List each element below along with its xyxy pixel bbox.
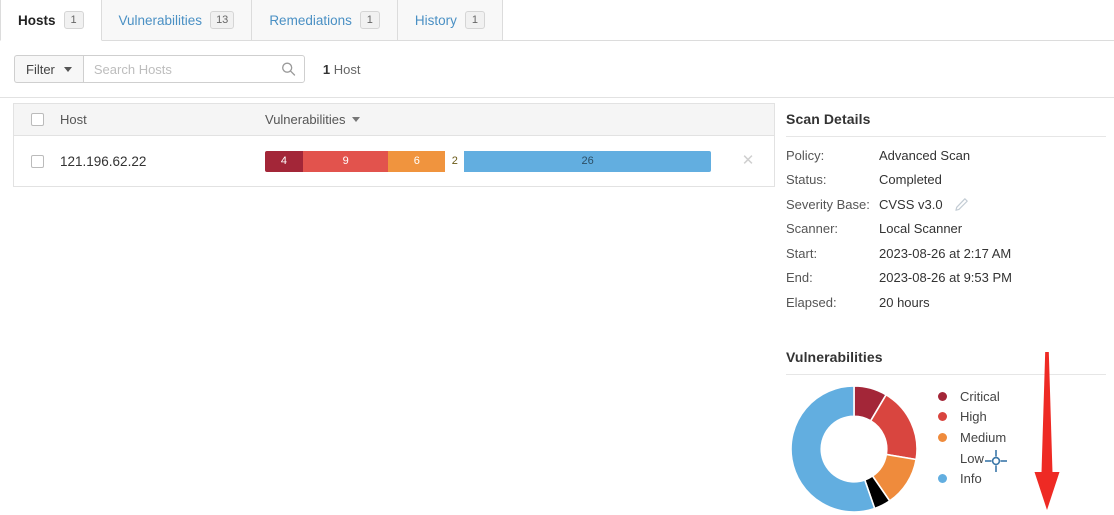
- table-row[interactable]: 121.196.62.22 4 9 6 2 26 ✕: [14, 136, 774, 186]
- scan-detail-key: Severity Base:: [786, 196, 870, 212]
- scan-detail-value: 2023-08-26 at 2:17 AM: [879, 246, 1011, 261]
- scan-details-divider: [786, 136, 1106, 137]
- scan-detail-key: Policy:: [786, 147, 825, 163]
- severity-segment-label: 4: [280, 155, 288, 167]
- cell-host[interactable]: 121.196.62.22: [60, 154, 265, 169]
- scan-detail-row: Elapsed: 20 hours: [786, 290, 1012, 315]
- legend-item-medium[interactable]: Medium: [938, 427, 1006, 448]
- chart-legend: Critical High Medium Low Info: [938, 386, 1006, 489]
- vulnerabilities-divider: [786, 374, 1106, 375]
- scan-detail-row: Start: 2023-08-26 at 2:17 AM: [786, 241, 1012, 266]
- cell-vulnerabilities: 4 9 6 2 26 ✕: [265, 150, 774, 172]
- scan-detail-value-text: 2023-08-26 at 2:17 AM: [879, 245, 1012, 261]
- legend-color-swatch: [938, 391, 947, 401]
- legend-color-swatch: [938, 432, 947, 442]
- search-host-field[interactable]: [82, 55, 305, 83]
- scan-detail-value: 2023-08-26 at 9:53 PM: [879, 270, 1012, 285]
- host-count-number: 1: [322, 61, 331, 77]
- filter-button-label: Filter: [26, 61, 55, 77]
- tab-history-label: History: [414, 12, 457, 28]
- legend-item-label: Critical: [960, 388, 1000, 404]
- severity-segment-low[interactable]: 2: [445, 151, 464, 172]
- scan-detail-value-text: Local Scanner: [879, 221, 963, 237]
- scan-detail-key: Scanner:: [786, 221, 839, 237]
- scan-detail-key: End:: [786, 270, 813, 286]
- scan-detail-value: Completed: [879, 172, 942, 187]
- tab-history-badge: 1: [464, 11, 485, 29]
- vulnerabilities-donut-chart[interactable]: [788, 383, 920, 515]
- tab-vulnerabilities-label: Vulnerabilities: [118, 12, 203, 28]
- severity-segment-high[interactable]: 9: [302, 150, 389, 172]
- column-header-vulnerabilities-label: Vulnerabilities: [265, 112, 346, 127]
- tab-remediations-badge: 1: [359, 11, 380, 29]
- scan-detail-value: 20 hours: [879, 295, 930, 310]
- legend-item-label: Medium: [960, 429, 1007, 445]
- legend-item-label: Info: [960, 471, 982, 487]
- tab-hosts-label: Hosts: [18, 12, 56, 28]
- tab-history[interactable]: History 1: [397, 0, 503, 40]
- legend-item-critical[interactable]: Critical: [938, 386, 1006, 407]
- legend-item-info[interactable]: Info: [938, 468, 1006, 489]
- severity-segment-label: 6: [413, 155, 420, 167]
- scan-detail-row: Status: Completed: [786, 168, 1012, 193]
- tab-remediations[interactable]: Remediations 1: [252, 0, 398, 40]
- vulnerabilities-title: Vulnerabilities: [786, 349, 883, 365]
- legend-item-label: Low: [960, 450, 984, 466]
- scan-detail-row: Scanner: Local Scanner: [786, 217, 1012, 242]
- chevron-down-icon: [352, 117, 361, 122]
- select-all-cell: [14, 113, 60, 126]
- host-count-unit: Host: [333, 61, 361, 77]
- tab-hosts[interactable]: Hosts 1: [0, 0, 102, 41]
- scan-detail-row: Policy: Advanced Scan: [786, 143, 1012, 168]
- table-header-row: Host Vulnerabilities: [14, 104, 774, 136]
- pencil-icon[interactable]: [954, 197, 969, 212]
- details-sidebar: Scan Details Policy: Advanced Scan Status:…: [786, 0, 1114, 515]
- severity-bar[interactable]: 4 9 6 2 26: [265, 150, 711, 172]
- tab-vulnerabilities-badge: 13: [210, 11, 235, 29]
- severity-segment-info[interactable]: 26: [464, 150, 711, 172]
- legend-item-high[interactable]: High: [938, 407, 1006, 428]
- scan-detail-value-text: 20 hours: [879, 294, 930, 310]
- scan-detail-value: CVSS v3.0: [879, 197, 969, 212]
- hosts-table: Host Vulnerabilities 121.196.62.22 4 9 6 2 2…: [13, 103, 775, 187]
- column-header-host[interactable]: Host: [60, 112, 265, 127]
- host-count: 1 Host: [323, 62, 361, 77]
- scan-details-list: Policy: Advanced Scan Status: Completed Seve…: [786, 143, 1012, 315]
- search-input[interactable]: [83, 56, 304, 82]
- scan-detail-row: Severity Base: CVSS v3.0: [786, 192, 1012, 217]
- legend-color-swatch: [938, 454, 947, 463]
- filter-button[interactable]: Filter: [14, 55, 83, 83]
- severity-segment-medium[interactable]: 6: [388, 150, 446, 172]
- select-all-checkbox[interactable]: [30, 113, 44, 126]
- scan-detail-value: Local Scanner: [879, 221, 962, 236]
- scan-detail-value: Advanced Scan: [879, 148, 970, 163]
- legend-color-swatch: [938, 412, 947, 422]
- row-select-cell: [14, 154, 60, 168]
- scan-detail-value-text: Completed: [879, 172, 942, 188]
- scan-detail-value-text: 2023-08-26 at 9:53 PM: [879, 270, 1012, 286]
- tab-hosts-badge: 1: [63, 11, 84, 29]
- close-icon[interactable]: ✕: [740, 153, 756, 169]
- scan-results-page: Hosts 1 Vulnerabilities 13 Remediations …: [0, 0, 1114, 515]
- scan-detail-row: End: 2023-08-26 at 9:53 PM: [786, 266, 1012, 291]
- column-header-vulnerabilities[interactable]: Vulnerabilities: [265, 112, 774, 127]
- legend-item-low[interactable]: Low: [938, 448, 1006, 469]
- severity-segment-label: 9: [342, 155, 349, 167]
- severity-segment-label: 26: [581, 155, 594, 167]
- scan-detail-key: Status:: [786, 172, 827, 188]
- tab-vulnerabilities[interactable]: Vulnerabilities 13: [101, 0, 253, 40]
- scan-detail-key: Start:: [786, 245, 818, 261]
- chevron-down-icon: [63, 66, 72, 72]
- scan-detail-value-text: Advanced Scan: [879, 147, 971, 163]
- severity-segment-critical[interactable]: 4: [265, 150, 303, 172]
- scan-detail-value-text: CVSS v3.0: [879, 196, 943, 212]
- legend-color-swatch: [938, 474, 947, 484]
- row-checkbox[interactable]: [30, 154, 44, 168]
- scan-details-title: Scan Details: [786, 111, 871, 127]
- severity-segment-label: 2: [451, 155, 458, 167]
- legend-item-label: High: [960, 409, 987, 425]
- tab-remediations-label: Remediations: [269, 12, 352, 28]
- scan-detail-key: Elapsed:: [786, 294, 837, 310]
